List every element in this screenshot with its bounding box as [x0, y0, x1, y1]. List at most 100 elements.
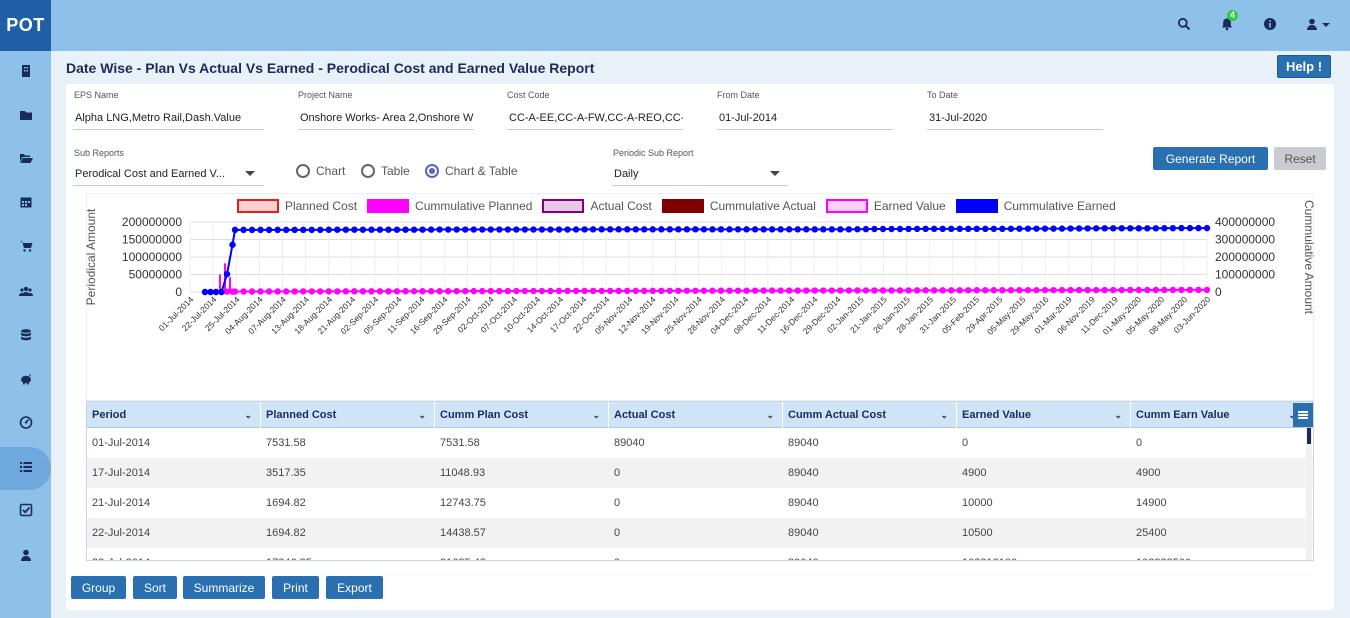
- periodic-sub-report-select[interactable]: Daily: [612, 164, 788, 186]
- summarize-button[interactable]: Summarize: [183, 576, 265, 599]
- sidebar-item-dashboard[interactable]: [0, 403, 51, 443]
- column-header[interactable]: Actual Cost ⌄: [609, 402, 783, 428]
- cumm-earned-point: [521, 226, 529, 233]
- eps-name-field[interactable]: Alpha LNG,Metro Rail,Dash.Value: [73, 108, 264, 130]
- sub-reports-caret-icon[interactable]: [245, 171, 255, 176]
- scrollbar-thumb[interactable]: [1307, 428, 1311, 444]
- column-header[interactable]: Period ⌄: [87, 402, 261, 428]
- cost-code-label: Cost Code: [507, 90, 550, 100]
- cumm-planned-point: [956, 287, 963, 294]
- sidebar-item-eps[interactable]: [0, 52, 51, 92]
- view-table-radio[interactable]: Table: [361, 164, 410, 178]
- cumm-planned-point: [1135, 286, 1142, 294]
- cost-code-field[interactable]: CC-A-EE,CC-A-FW,CC-A-REO,CC-A-C: [507, 108, 683, 130]
- view-chart-radio[interactable]: Chart: [296, 164, 345, 178]
- search-icon[interactable]: [1177, 17, 1193, 33]
- table-row[interactable]: 22-Jul-2014 1694.82 14438.57 0 89040 10500 254…: [87, 518, 1313, 548]
- cumm-planned-point: [990, 287, 998, 294]
- column-header-label: Period: [92, 409, 127, 421]
- sidebar-item-reports[interactable]: [0, 447, 51, 490]
- reset-button[interactable]: Reset: [1274, 147, 1326, 170]
- column-menu-button[interactable]: [1293, 403, 1313, 427]
- cumm-earned-point: [1016, 225, 1023, 232]
- chevron-down-icon[interactable]: ⌄: [1114, 410, 1122, 421]
- cumm-planned-point: [760, 287, 767, 294]
- table-header: Period ⌄ Planned Cost ⌄ Cumm Plan Cost ⌄ Actua…: [87, 402, 1313, 428]
- cumm-earned-point: [1041, 225, 1049, 232]
- cumm-planned-point: [368, 288, 375, 295]
- table-row[interactable]: 23-Jul-201417246.8531685.420890401023131…: [87, 548, 1313, 560]
- cumm-earned-point: [402, 226, 409, 233]
- report-table: Period ⌄ Planned Cost ⌄ Cumm Plan Cost ⌄ Actua…: [86, 401, 1314, 561]
- sidebar-item-database[interactable]: [0, 316, 51, 356]
- print-button[interactable]: Print: [272, 576, 319, 599]
- export-button[interactable]: Export: [326, 576, 383, 599]
- table-scrollbar[interactable]: [1306, 428, 1312, 560]
- cumm-planned-point: [854, 287, 861, 294]
- column-header[interactable]: Planned Cost ⌄: [261, 402, 435, 428]
- info-icon[interactable]: [1263, 17, 1279, 33]
- cumm-planned-point: [700, 287, 708, 294]
- cumm-planned-point: [317, 288, 324, 295]
- table-row[interactable]: 17-Jul-2014 3517.35 11048.93 0 89040 4900 4900: [87, 458, 1313, 488]
- bell-icon[interactable]: 4: [1220, 10, 1239, 33]
- user-menu[interactable]: [1305, 17, 1335, 33]
- cumm-planned-point: [462, 287, 469, 295]
- cumm-earned-point: [359, 226, 367, 233]
- column-header[interactable]: Cumm Plan Cost ⌄: [435, 402, 609, 428]
- cumm-earned-point: [496, 226, 503, 233]
- help-button[interactable]: Help !: [1277, 55, 1331, 78]
- cumm-earned-point: [658, 226, 665, 233]
- sidebar-item-users[interactable]: [0, 272, 51, 312]
- view-chart-label: Chart: [316, 164, 346, 178]
- chevron-down-icon[interactable]: ⌄: [592, 410, 600, 421]
- cumm-earned-point: [1024, 225, 1032, 232]
- cumm-earned-point: [376, 226, 384, 233]
- cumm-earned-point: [589, 226, 597, 233]
- cumm-planned-point: [419, 288, 426, 295]
- app-logo[interactable]: POT: [0, 0, 51, 51]
- sort-button[interactable]: Sort: [133, 576, 177, 599]
- sidebar-item-profile[interactable]: [0, 536, 51, 576]
- to-date-field[interactable]: 31-Jul-2020: [927, 108, 1103, 130]
- cumm-earned-point: [265, 226, 273, 234]
- sidebar-item-calendar[interactable]: [0, 183, 51, 223]
- cumm-planned-point: [948, 287, 955, 294]
- group-button[interactable]: Group: [71, 576, 126, 599]
- cumm-earned-point: [291, 226, 298, 234]
- cumm-earned-point: [1033, 225, 1040, 232]
- chevron-down-icon[interactable]: ⌄: [418, 410, 426, 421]
- chevron-down-icon[interactable]: ⌄: [940, 410, 948, 421]
- cumm-earned-point: [615, 226, 622, 233]
- from-date-field[interactable]: 01-Jul-2014: [717, 108, 893, 130]
- periodic-sub-report-caret-icon[interactable]: [770, 171, 780, 176]
- column-header[interactable]: Earned Value ⌄: [957, 402, 1131, 428]
- sub-reports-select[interactable]: Perodical Cost and Earned V...: [73, 164, 264, 186]
- cumm-earned-point: [419, 226, 426, 233]
- generate-report-button[interactable]: Generate Report: [1153, 147, 1268, 170]
- sidebar-item-folder[interactable]: [0, 96, 51, 136]
- column-header-label: Cumm Plan Cost: [440, 409, 529, 421]
- view-chart-table-radio[interactable]: Chart & Table: [425, 164, 518, 178]
- cumm-earned-point: [871, 225, 878, 233]
- column-header[interactable]: Cumm Actual Cost ⌄: [783, 402, 957, 428]
- cumm-planned-point: [1058, 286, 1066, 294]
- table-cell: 0: [614, 527, 621, 539]
- y2-tick-label: 0: [1215, 285, 1222, 299]
- project-name-field[interactable]: Onshore Works- Area 2,Onshore W: [298, 108, 474, 130]
- table-row[interactable]: 21-Jul-2014 1694.82 12743.75 0 89040 10000 149…: [87, 488, 1313, 518]
- table-row[interactable]: 01-Jul-2014 7531.58 7531.58 89040 89040 0 0: [87, 428, 1313, 458]
- sidebar-item-approvals[interactable]: [0, 491, 51, 531]
- cumm-earned-point: [453, 226, 460, 233]
- cumm-planned-point: [521, 287, 529, 295]
- sidebar-item-budget[interactable]: [0, 360, 51, 400]
- column-header[interactable]: Cumm Earn Value⌄: [1131, 402, 1305, 428]
- cumm-planned-point: [743, 287, 750, 294]
- sidebar-item-folder-open[interactable]: [0, 139, 51, 179]
- chevron-down-icon[interactable]: ⌄: [244, 410, 252, 421]
- cumm-planned-point: [1203, 286, 1211, 294]
- cumm-earned-point: [1058, 225, 1066, 232]
- cumm-earned-point: [1101, 225, 1108, 232]
- chevron-down-icon[interactable]: ⌄: [766, 410, 774, 421]
- sidebar-item-cart[interactable]: [0, 227, 51, 267]
